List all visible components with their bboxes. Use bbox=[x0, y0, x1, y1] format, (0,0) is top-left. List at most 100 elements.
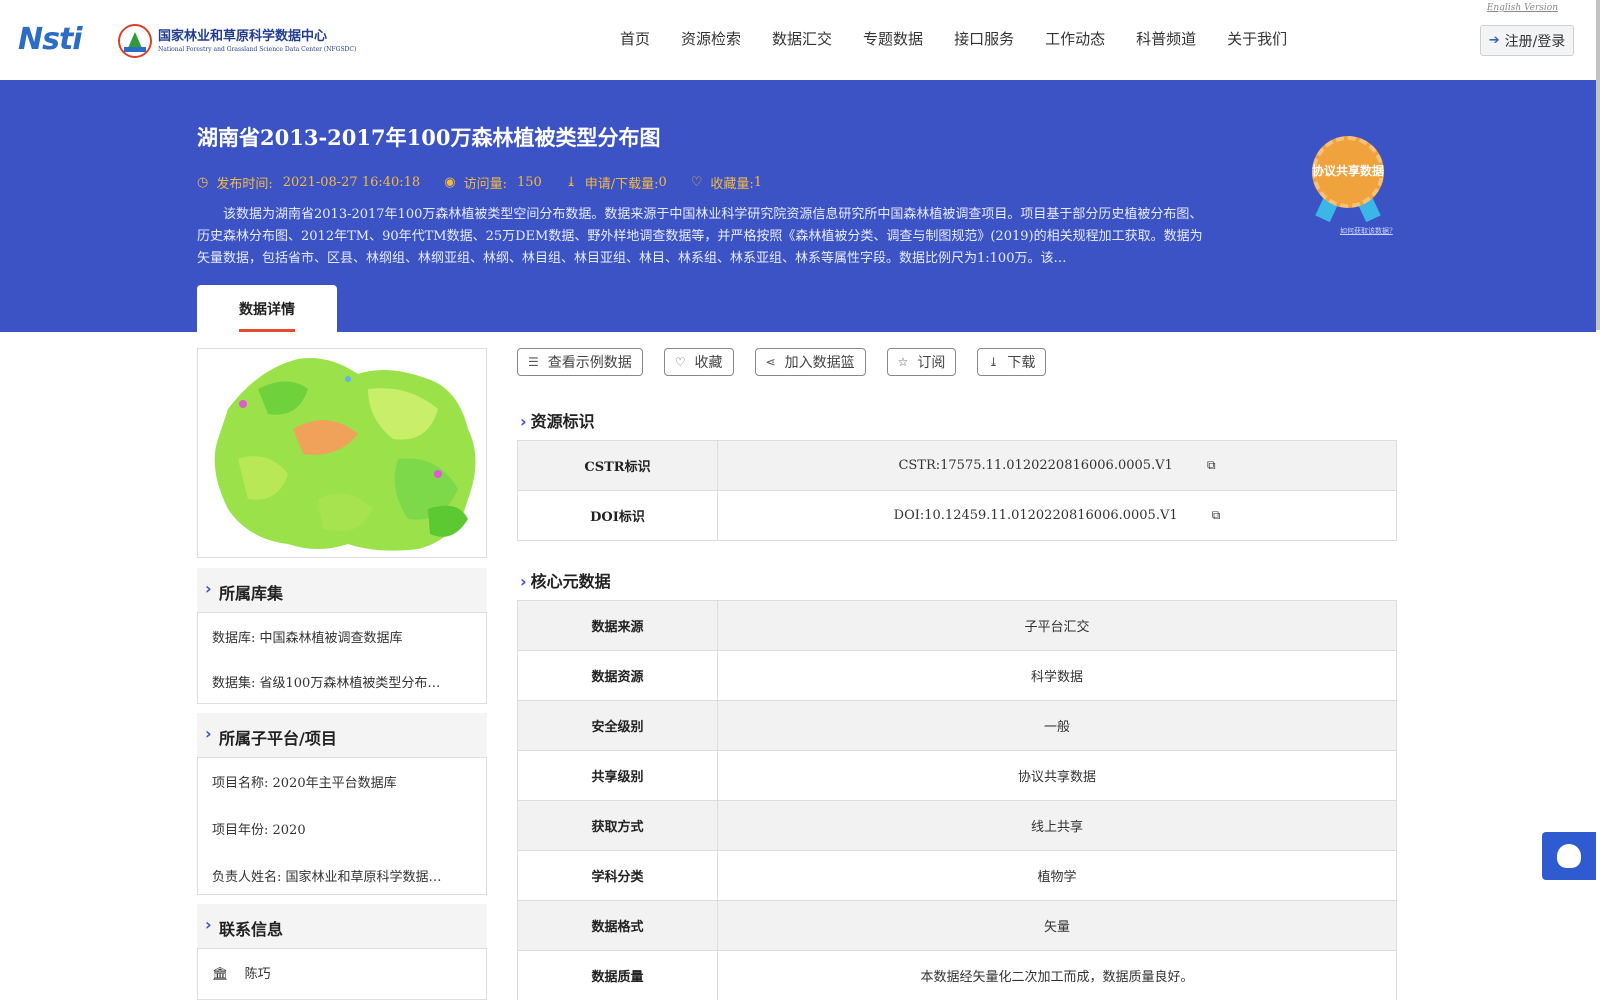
logo-title-cn: 国家林业和草原科学数据中心 bbox=[158, 28, 328, 44]
contact-section-body: 🏛 陈巧 bbox=[197, 948, 487, 1000]
views-label: 访问量: bbox=[463, 177, 507, 192]
contact-name-row: 🏛 陈巧 bbox=[212, 963, 472, 982]
chat-support-button[interactable] bbox=[1542, 832, 1596, 880]
eye-icon: ◉ bbox=[444, 175, 456, 190]
favorites-value: 1 bbox=[753, 175, 763, 190]
badge-label: 协议共享数据 bbox=[1311, 164, 1384, 178]
doi-value: DOI:10.12459.11.0120220816006.0005.V1 bbox=[893, 508, 1178, 523]
meta-key: 学科分类 bbox=[517, 850, 718, 901]
downloads-label: 申请/下载量: bbox=[584, 177, 659, 192]
download-label: 下载 bbox=[1007, 355, 1036, 371]
tab-data-details[interactable]: 数据详情 bbox=[197, 285, 337, 332]
logo-title-en: National Forestry and Grassland Science … bbox=[158, 45, 357, 53]
dataset-row[interactable]: 数据集: 省级100万森林植被类型分布… bbox=[212, 672, 472, 691]
view-sample-label: 查看示例数据 bbox=[547, 355, 632, 371]
nav-science[interactable]: 科普频道 bbox=[1136, 26, 1196, 52]
action-bar: ☰ 查看示例数据 ♡ 收藏 ⋖ 加入数据篮 ☆ 订阅 ⤓ 下载 bbox=[517, 348, 1067, 376]
login-button[interactable]: ➔ 注册/登录 bbox=[1480, 25, 1574, 56]
subscribe-button[interactable]: ☆ 订阅 bbox=[886, 348, 957, 376]
cstr-value-cell: CSTR:17575.11.0120220816006.0005.V1 ⧉ bbox=[717, 440, 1397, 491]
doi-key: DOI标识 bbox=[517, 490, 718, 541]
share-badge: 协议共享数据 bbox=[1306, 136, 1390, 223]
table-row: 数据来源 子平台汇交 bbox=[517, 600, 1397, 651]
favorite-label: 收藏 bbox=[694, 355, 723, 371]
views-value: 150 bbox=[516, 175, 542, 190]
page-scrollbar[interactable] bbox=[1596, 0, 1600, 330]
core-metadata-title: 核心元数据 bbox=[530, 572, 611, 591]
meta-key: 数据格式 bbox=[517, 900, 718, 951]
chevron-right-icon: › bbox=[205, 579, 212, 598]
english-version-link[interactable]: English Version bbox=[1487, 3, 1558, 13]
download-icon: ⤓ bbox=[565, 175, 577, 190]
chevron-right-icon: › bbox=[520, 412, 527, 431]
favorites-label: 收藏量: bbox=[710, 177, 754, 192]
table-row: 共享级别 协议共享数据 bbox=[517, 750, 1397, 801]
meta-key: 数据质量 bbox=[517, 950, 718, 1000]
meta-bar: ◷ 发布时间: 2021-08-27 16:40:18 ◉ 访问量: 150 ⤓… bbox=[197, 173, 786, 192]
downloads-value: 0 bbox=[658, 175, 667, 190]
chevron-right-icon: › bbox=[205, 724, 212, 743]
view-sample-button[interactable]: ☰ 查看示例数据 bbox=[517, 348, 643, 376]
meta-value: 矢量 bbox=[717, 900, 1397, 951]
emblem-icon bbox=[118, 24, 152, 58]
nav-home[interactable]: 首页 bbox=[620, 26, 650, 52]
meta-value: 一般 bbox=[717, 700, 1397, 751]
publish-value: 2021-08-27 16:40:18 bbox=[282, 175, 421, 190]
nav-api[interactable]: 接口服务 bbox=[954, 26, 1014, 52]
project-section-title: 所属子平台/项目 bbox=[219, 729, 337, 748]
table-row: 数据资源 科学数据 bbox=[517, 650, 1397, 701]
library-section-body: 数据库: 中国森林植被调查数据库 数据集: 省级100万森林植被类型分布… bbox=[197, 612, 487, 704]
project-section-header: › 所属子平台/项目 bbox=[197, 713, 487, 757]
download-count: ⤓ 申请/下载量: 0 bbox=[566, 173, 667, 192]
chevron-right-icon: › bbox=[205, 915, 212, 934]
copy-icon[interactable]: ⧉ bbox=[1212, 508, 1221, 523]
meta-key: 数据来源 bbox=[517, 600, 718, 651]
main-nav: 首页 资源检索 数据汇交 专题数据 接口服务 工作动态 科普频道 关于我们 bbox=[620, 26, 1318, 52]
cstr-value: CSTR:17575.11.0120220816006.0005.V1 bbox=[898, 458, 1173, 473]
download-icon: ⤓ bbox=[988, 355, 999, 369]
core-metadata-header: › 核心元数据 bbox=[520, 568, 611, 592]
publish-label: 发布时间: bbox=[216, 177, 273, 192]
doi-value-cell: DOI:10.12459.11.0120220816006.0005.V1 ⧉ bbox=[717, 490, 1397, 541]
subscribe-label: 订阅 bbox=[917, 355, 946, 371]
meta-value: 线上共享 bbox=[717, 800, 1397, 851]
resource-id-table: CSTR标识 CSTR:17575.11.0120220816006.0005.… bbox=[517, 440, 1397, 541]
nav-news[interactable]: 工作动态 bbox=[1045, 26, 1105, 52]
download-button[interactable]: ⤓ 下载 bbox=[977, 348, 1047, 376]
meta-value: 协议共享数据 bbox=[717, 750, 1397, 801]
project-year-row: 项目年份: 2020 bbox=[212, 823, 306, 838]
view-count: ◉ 访问量: 150 bbox=[444, 173, 542, 192]
project-name-row: 项目名称: 2020年主平台数据库 bbox=[212, 776, 397, 791]
meta-value: 植物学 bbox=[717, 850, 1397, 901]
nav-about[interactable]: 关于我们 bbox=[1227, 26, 1287, 52]
how-to-get-data-link[interactable]: 如何获取该数据? bbox=[1340, 226, 1393, 236]
table-row: 数据质量 本数据经矢量化二次加工而成，数据质量良好。 bbox=[517, 950, 1397, 1000]
table-row: 学科分类 植物学 bbox=[517, 850, 1397, 901]
add-to-basket-button[interactable]: ⋖ 加入数据篮 bbox=[754, 348, 866, 376]
nav-search[interactable]: 资源检索 bbox=[681, 26, 741, 52]
meta-key: 数据资源 bbox=[517, 650, 718, 701]
data-description: 该数据为湖南省2013-2017年100万森林植被类型空间分布数据。数据来源于中… bbox=[197, 207, 1203, 266]
copy-icon[interactable]: ⧉ bbox=[1207, 458, 1216, 473]
nav-submit[interactable]: 数据汇交 bbox=[772, 26, 832, 52]
nav-topics[interactable]: 专题数据 bbox=[863, 26, 923, 52]
login-label: 注册/登录 bbox=[1504, 33, 1566, 50]
database-row[interactable]: 数据库: 中国森林植被调查数据库 bbox=[212, 627, 472, 646]
owner-row: 负责人姓名: 国家林业和草原科学数据… bbox=[212, 870, 442, 885]
table-row: 安全级别 一般 bbox=[517, 700, 1397, 751]
add-to-basket-label: 加入数据篮 bbox=[784, 355, 855, 371]
institution-icon: 🏛 bbox=[212, 967, 229, 982]
contact-section-title: 联系信息 bbox=[219, 920, 284, 939]
meta-key: 安全级别 bbox=[517, 700, 718, 751]
nsti-logo[interactable]: Nsti bbox=[18, 22, 98, 57]
data-thumbnail[interactable] bbox=[197, 348, 487, 558]
meta-value: 科学数据 bbox=[717, 650, 1397, 701]
database-icon: ☰ bbox=[528, 355, 539, 369]
meta-value: 子平台汇交 bbox=[717, 600, 1397, 651]
meta-key: 共享级别 bbox=[517, 750, 718, 801]
page-title: 湖南省2013-2017年100万森林植被类型分布图 bbox=[197, 125, 661, 150]
clock-icon: ◷ bbox=[197, 175, 209, 190]
table-row: 数据格式 矢量 bbox=[517, 900, 1397, 951]
favorite-button[interactable]: ♡ 收藏 bbox=[663, 348, 734, 376]
nfgsdc-logo[interactable]: 国家林业和草原科学数据中心 National Forestry and Gras… bbox=[118, 22, 356, 60]
